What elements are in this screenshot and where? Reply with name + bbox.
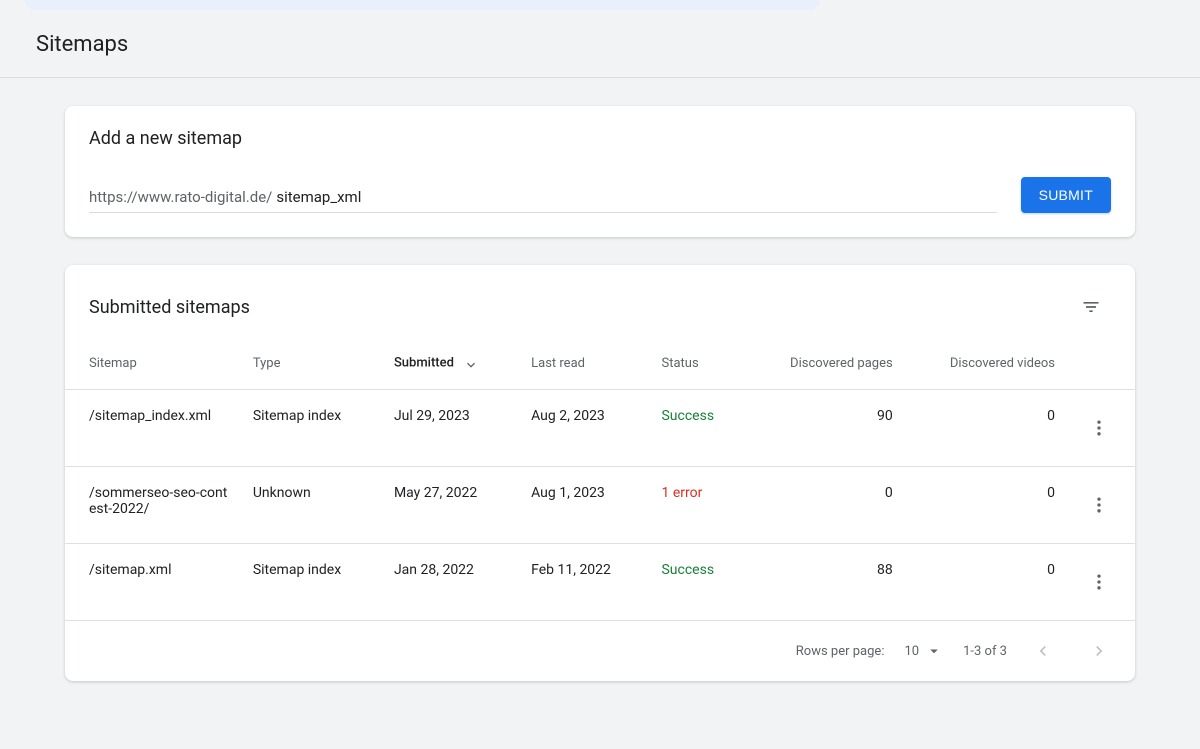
- col-submitted[interactable]: Submitted: [382, 337, 519, 390]
- cell-pages: 0: [746, 467, 905, 544]
- col-sitemap[interactable]: Sitemap: [65, 337, 241, 390]
- next-page-button[interactable]: [1079, 631, 1119, 671]
- cell-pages: 90: [746, 390, 905, 467]
- col-discovered-pages[interactable]: Discovered pages: [746, 337, 905, 390]
- cell-type: Unknown: [241, 467, 382, 544]
- col-type[interactable]: Type: [241, 337, 382, 390]
- cell-videos: 0: [905, 544, 1067, 621]
- filter-icon: [1081, 297, 1101, 317]
- submitted-sitemaps-card: Submitted sitemaps Sitemap Type Submitte…: [65, 265, 1135, 681]
- row-menu-button[interactable]: [1079, 408, 1119, 448]
- cell-status: Success: [649, 390, 745, 467]
- row-menu-button[interactable]: [1079, 485, 1119, 525]
- pagination-range: 1-3 of 3: [963, 644, 1007, 659]
- more-vert-icon: [1089, 495, 1109, 515]
- more-vert-icon: [1089, 418, 1109, 438]
- cell-last-read: Feb 11, 2022: [519, 544, 649, 621]
- cell-type: Sitemap index: [241, 544, 382, 621]
- cell-status: Success: [649, 544, 745, 621]
- page-title-bar: Sitemaps: [0, 10, 1200, 78]
- arrow-down-icon: [463, 355, 479, 371]
- add-sitemap-title: Add a new sitemap: [89, 128, 242, 149]
- cell-sitemap: /sommerseo-seo-contest-2022/: [65, 467, 241, 544]
- cell-status: 1 error: [649, 467, 745, 544]
- page-title: Sitemaps: [36, 32, 1164, 57]
- cell-type: Sitemap index: [241, 390, 382, 467]
- sitemaps-table: Sitemap Type Submitted Last read Status …: [65, 337, 1135, 620]
- table-row[interactable]: /sommerseo-seo-contest-2022/UnknownMay 2…: [65, 467, 1135, 544]
- header-stub: [25, 0, 820, 10]
- row-menu-button[interactable]: [1079, 562, 1119, 602]
- cell-videos: 0: [905, 390, 1067, 467]
- more-vert-icon: [1089, 572, 1109, 592]
- add-sitemap-card: Add a new sitemap https://www.rato-digit…: [65, 106, 1135, 237]
- sitemap-input-wrapper[interactable]: https://www.rato-digital.de/: [89, 186, 997, 213]
- filter-button[interactable]: [1071, 287, 1111, 327]
- sitemap-input[interactable]: [276, 186, 996, 208]
- table-row[interactable]: /sitemap_index.xmlSitemap indexJul 29, 2…: [65, 390, 1135, 467]
- col-discovered-videos[interactable]: Discovered videos: [905, 337, 1067, 390]
- table-footer: Rows per page: 10 1-3 of 3: [65, 620, 1135, 681]
- cell-submitted: Jul 29, 2023: [382, 390, 519, 467]
- cell-last-read: Aug 1, 2023: [519, 467, 649, 544]
- sitemap-url-prefix: https://www.rato-digital.de/: [89, 188, 272, 206]
- submit-button[interactable]: SUBMIT: [1021, 177, 1111, 213]
- chevron-down-icon: [925, 642, 943, 660]
- cell-sitemap: /sitemap.xml: [65, 544, 241, 621]
- submitted-sitemaps-title: Submitted sitemaps: [89, 297, 250, 318]
- cell-pages: 88: [746, 544, 905, 621]
- table-row[interactable]: /sitemap.xmlSitemap indexJan 28, 2022Feb…: [65, 544, 1135, 621]
- chevron-left-icon: [1033, 641, 1053, 661]
- rows-per-page-label: Rows per page:: [796, 644, 885, 659]
- rows-per-page-select[interactable]: 10: [900, 638, 947, 664]
- content: Add a new sitemap https://www.rato-digit…: [0, 78, 1200, 749]
- cell-sitemap: /sitemap_index.xml: [65, 390, 241, 467]
- cell-submitted: May 27, 2022: [382, 467, 519, 544]
- chevron-right-icon: [1089, 641, 1109, 661]
- cell-videos: 0: [905, 467, 1067, 544]
- cell-submitted: Jan 28, 2022: [382, 544, 519, 621]
- prev-page-button[interactable]: [1023, 631, 1063, 671]
- col-last-read[interactable]: Last read: [519, 337, 649, 390]
- cell-last-read: Aug 2, 2023: [519, 390, 649, 467]
- col-status[interactable]: Status: [649, 337, 745, 390]
